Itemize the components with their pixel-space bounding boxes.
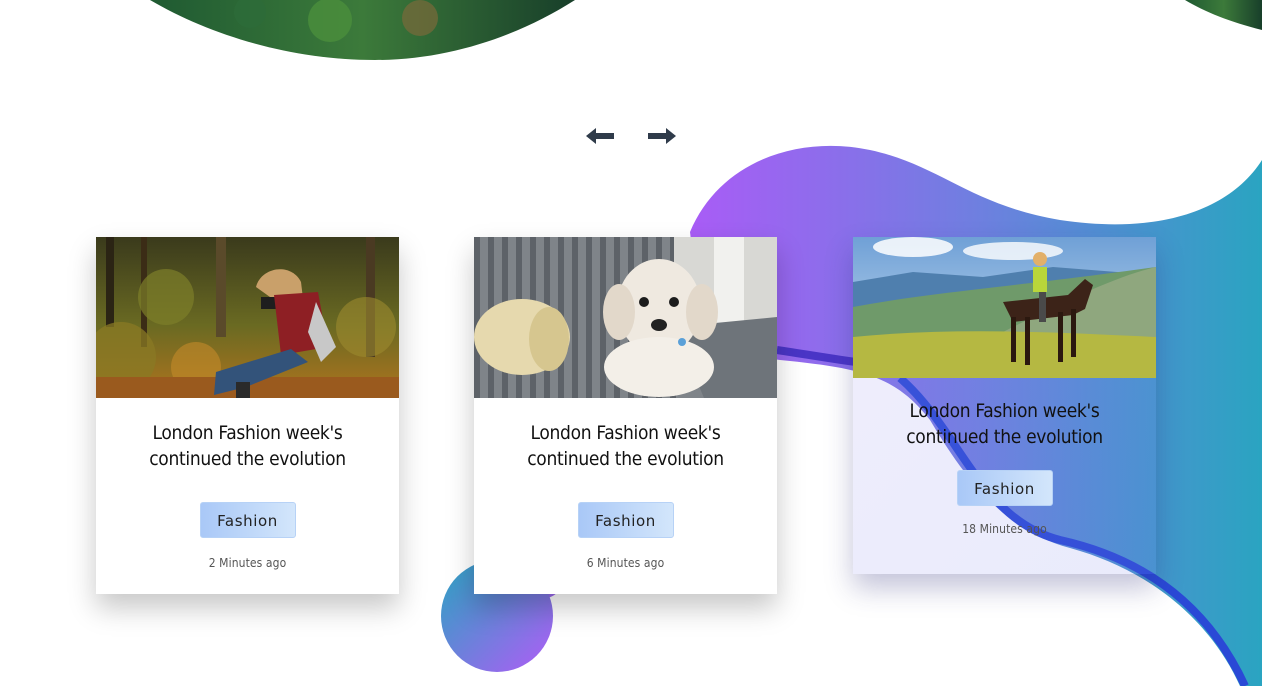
- prev-arrow-button[interactable]: [583, 122, 617, 150]
- blog-card[interactable]: London Fashion week's continued the evol…: [96, 237, 399, 594]
- card-image-dog[interactable]: [474, 237, 777, 398]
- arrow-right-icon: [648, 128, 676, 144]
- post-time: 2 Minutes ago: [208, 556, 287, 570]
- card-title[interactable]: London Fashion week's continued the evol…: [867, 398, 1142, 450]
- post-time: 6 Minutes ago: [586, 556, 665, 570]
- blog-card[interactable]: London Fashion week's continued the evol…: [853, 237, 1156, 574]
- card-title[interactable]: London Fashion week's continued the evol…: [488, 420, 763, 472]
- category-tag[interactable]: Fashion: [956, 470, 1053, 506]
- card-title[interactable]: London Fashion week's continued the evol…: [110, 420, 385, 472]
- next-arrow-button[interactable]: [645, 122, 679, 150]
- blog-card[interactable]: London Fashion week's continued the evol…: [474, 237, 777, 594]
- post-time: 18 Minutes ago: [962, 522, 1047, 536]
- category-tag[interactable]: Fashion: [577, 502, 674, 538]
- hero-image-edge-right: [1185, 0, 1262, 30]
- card-image-photographer[interactable]: [96, 237, 399, 398]
- card-image-horse-rider[interactable]: [853, 237, 1156, 378]
- category-tag[interactable]: Fashion: [199, 502, 296, 538]
- arrow-left-icon: [586, 128, 614, 144]
- hero-image-edge: [150, 0, 575, 60]
